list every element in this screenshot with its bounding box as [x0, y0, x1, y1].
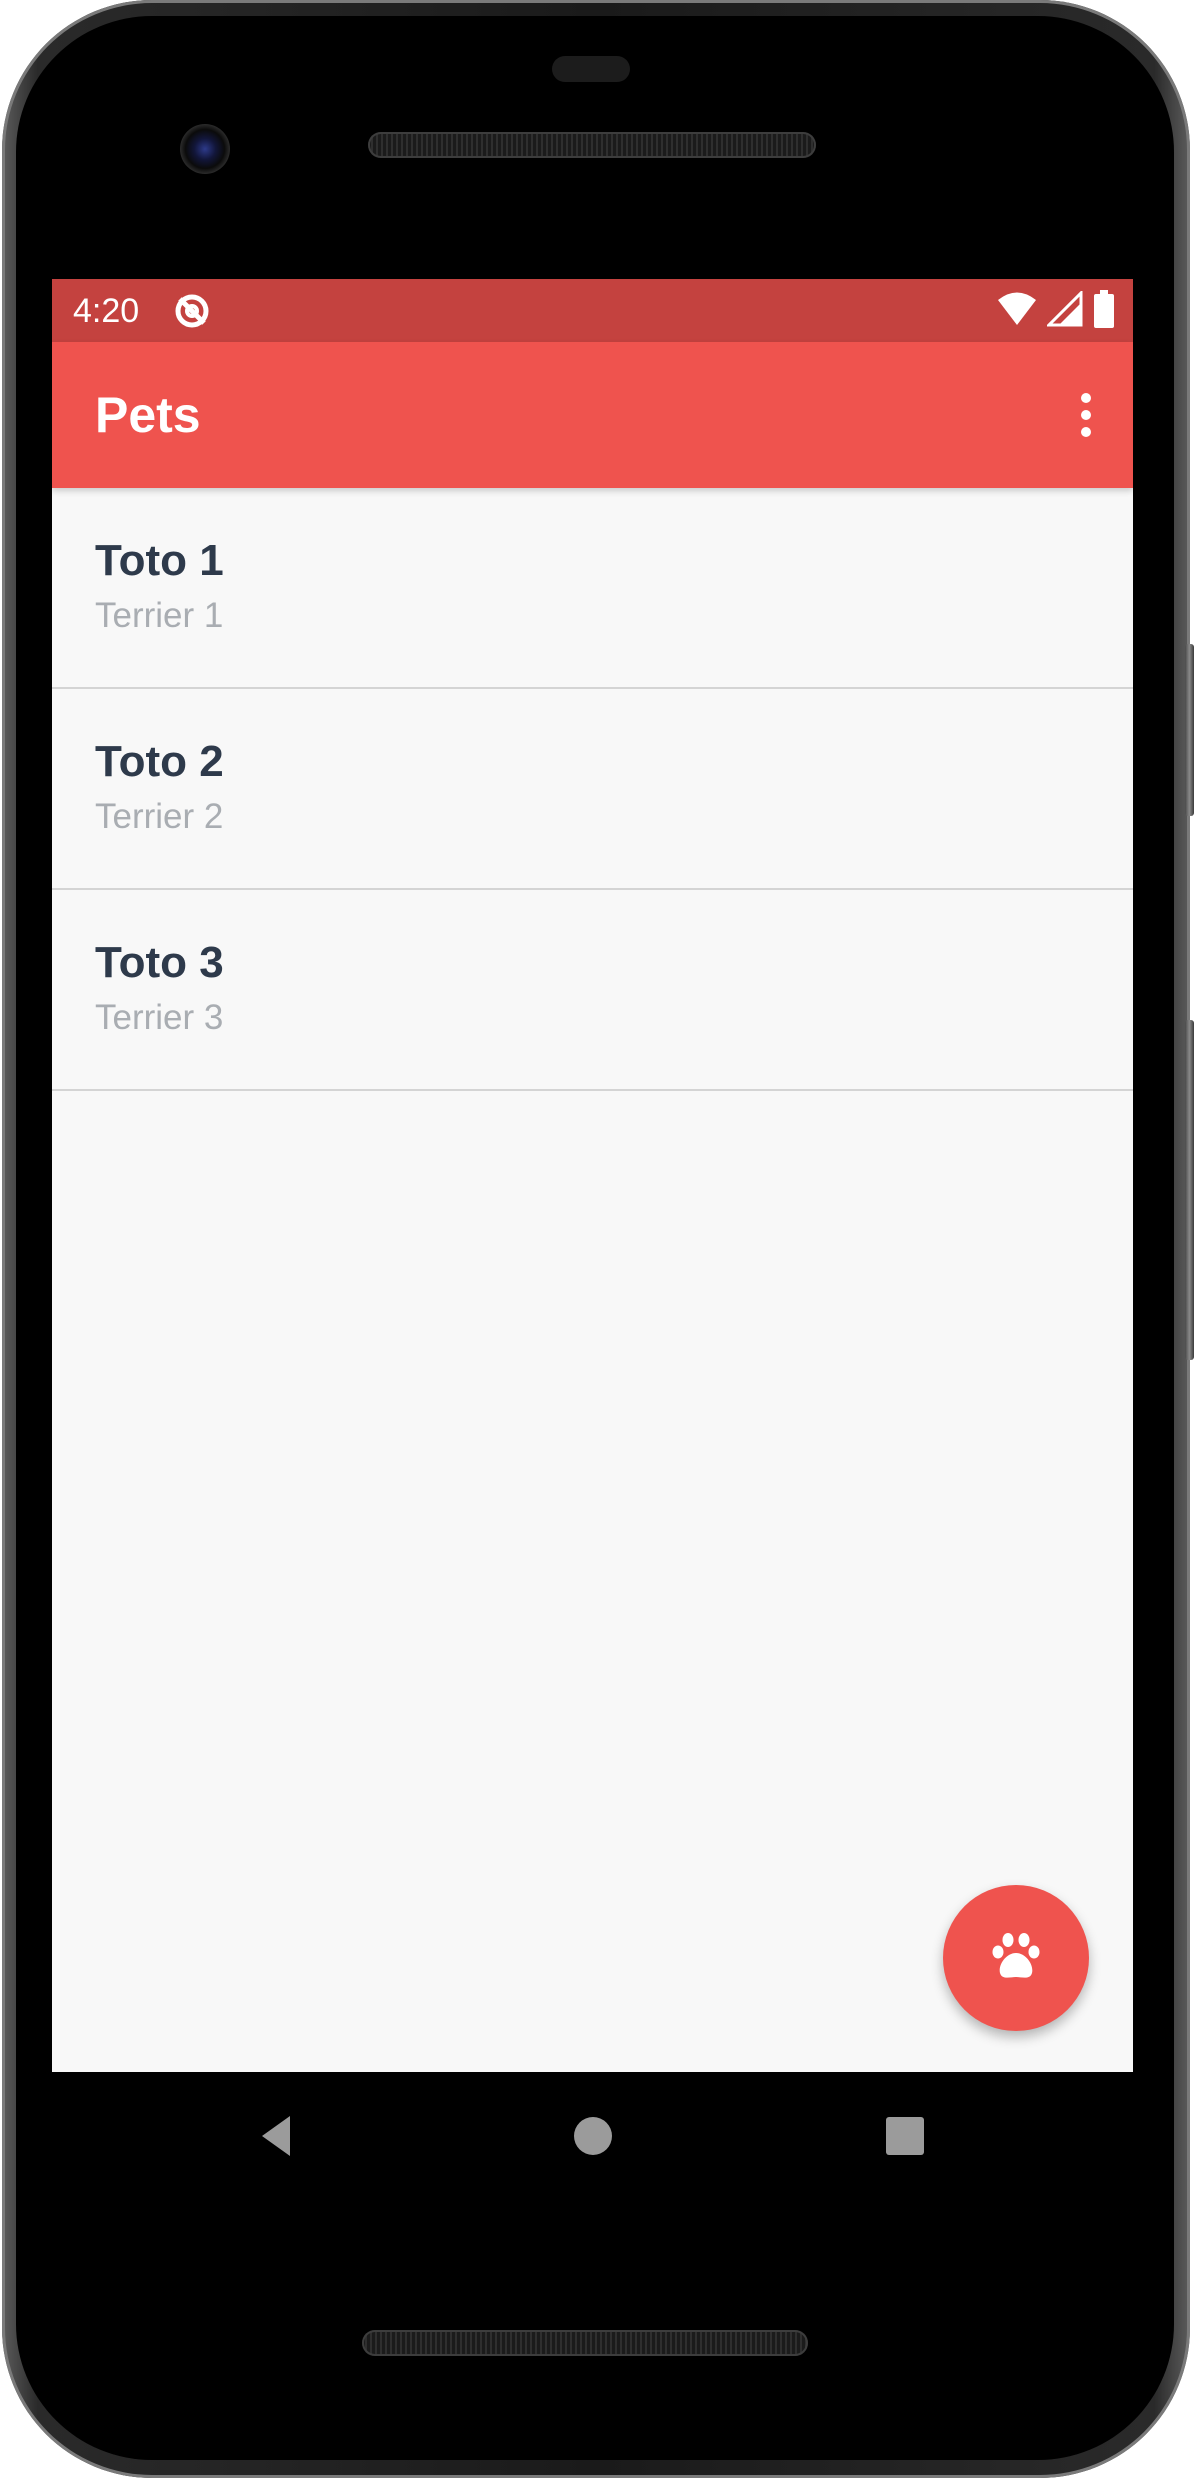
top-sensor-slot — [552, 56, 630, 82]
home-icon[interactable] — [563, 2106, 623, 2166]
pet-list: Toto 1 Terrier 1 Toto 2 Terrier 2 Toto 3… — [52, 488, 1133, 1091]
pet-name: Toto 2 — [95, 737, 224, 786]
earpiece-speaker — [368, 132, 816, 158]
recents-icon[interactable] — [875, 2106, 935, 2166]
pet-breed: Terrier 3 — [95, 998, 224, 1037]
app-bar: Pets — [52, 342, 1133, 488]
front-camera — [180, 124, 230, 174]
pet-breed: Terrier 2 — [95, 797, 224, 836]
pet-breed: Terrier 1 — [95, 596, 224, 635]
status-bar: 4:20 — [52, 279, 1133, 342]
power-button — [1185, 644, 1194, 816]
status-time: 4:20 — [73, 292, 140, 330]
screen: 4:20 Pets Toto 1 Terrier 1 Toto 2 Terrie… — [52, 279, 1133, 2072]
app-notification-icon — [172, 291, 212, 331]
list-item[interactable]: Toto 2 Terrier 2 — [52, 689, 1133, 890]
back-icon[interactable] — [250, 2106, 310, 2166]
cell-signal-icon — [1045, 288, 1083, 332]
add-pet-fab[interactable] — [943, 1885, 1089, 2031]
status-icons — [997, 288, 1115, 333]
navigation-bar — [52, 2072, 1133, 2202]
bottom-speaker — [362, 2330, 808, 2356]
list-item[interactable]: Toto 3 Terrier 3 — [52, 890, 1133, 1091]
list-item[interactable]: Toto 1 Terrier 1 — [52, 488, 1133, 689]
overflow-dot — [1081, 393, 1091, 403]
wifi-icon — [997, 291, 1037, 332]
paw-icon — [990, 1931, 1042, 1986]
more-vert-icon[interactable] — [1073, 386, 1099, 444]
pet-name: Toto 1 — [95, 536, 224, 585]
phone-device: 4:20 Pets Toto 1 Terrier 1 Toto 2 Terrie… — [0, 0, 1194, 2480]
battery-icon — [1093, 289, 1115, 333]
overflow-dot — [1081, 410, 1091, 420]
pet-name: Toto 3 — [95, 938, 224, 987]
overflow-dot — [1081, 427, 1091, 437]
volume-button — [1185, 1020, 1194, 1360]
page-title: Pets — [95, 387, 201, 443]
